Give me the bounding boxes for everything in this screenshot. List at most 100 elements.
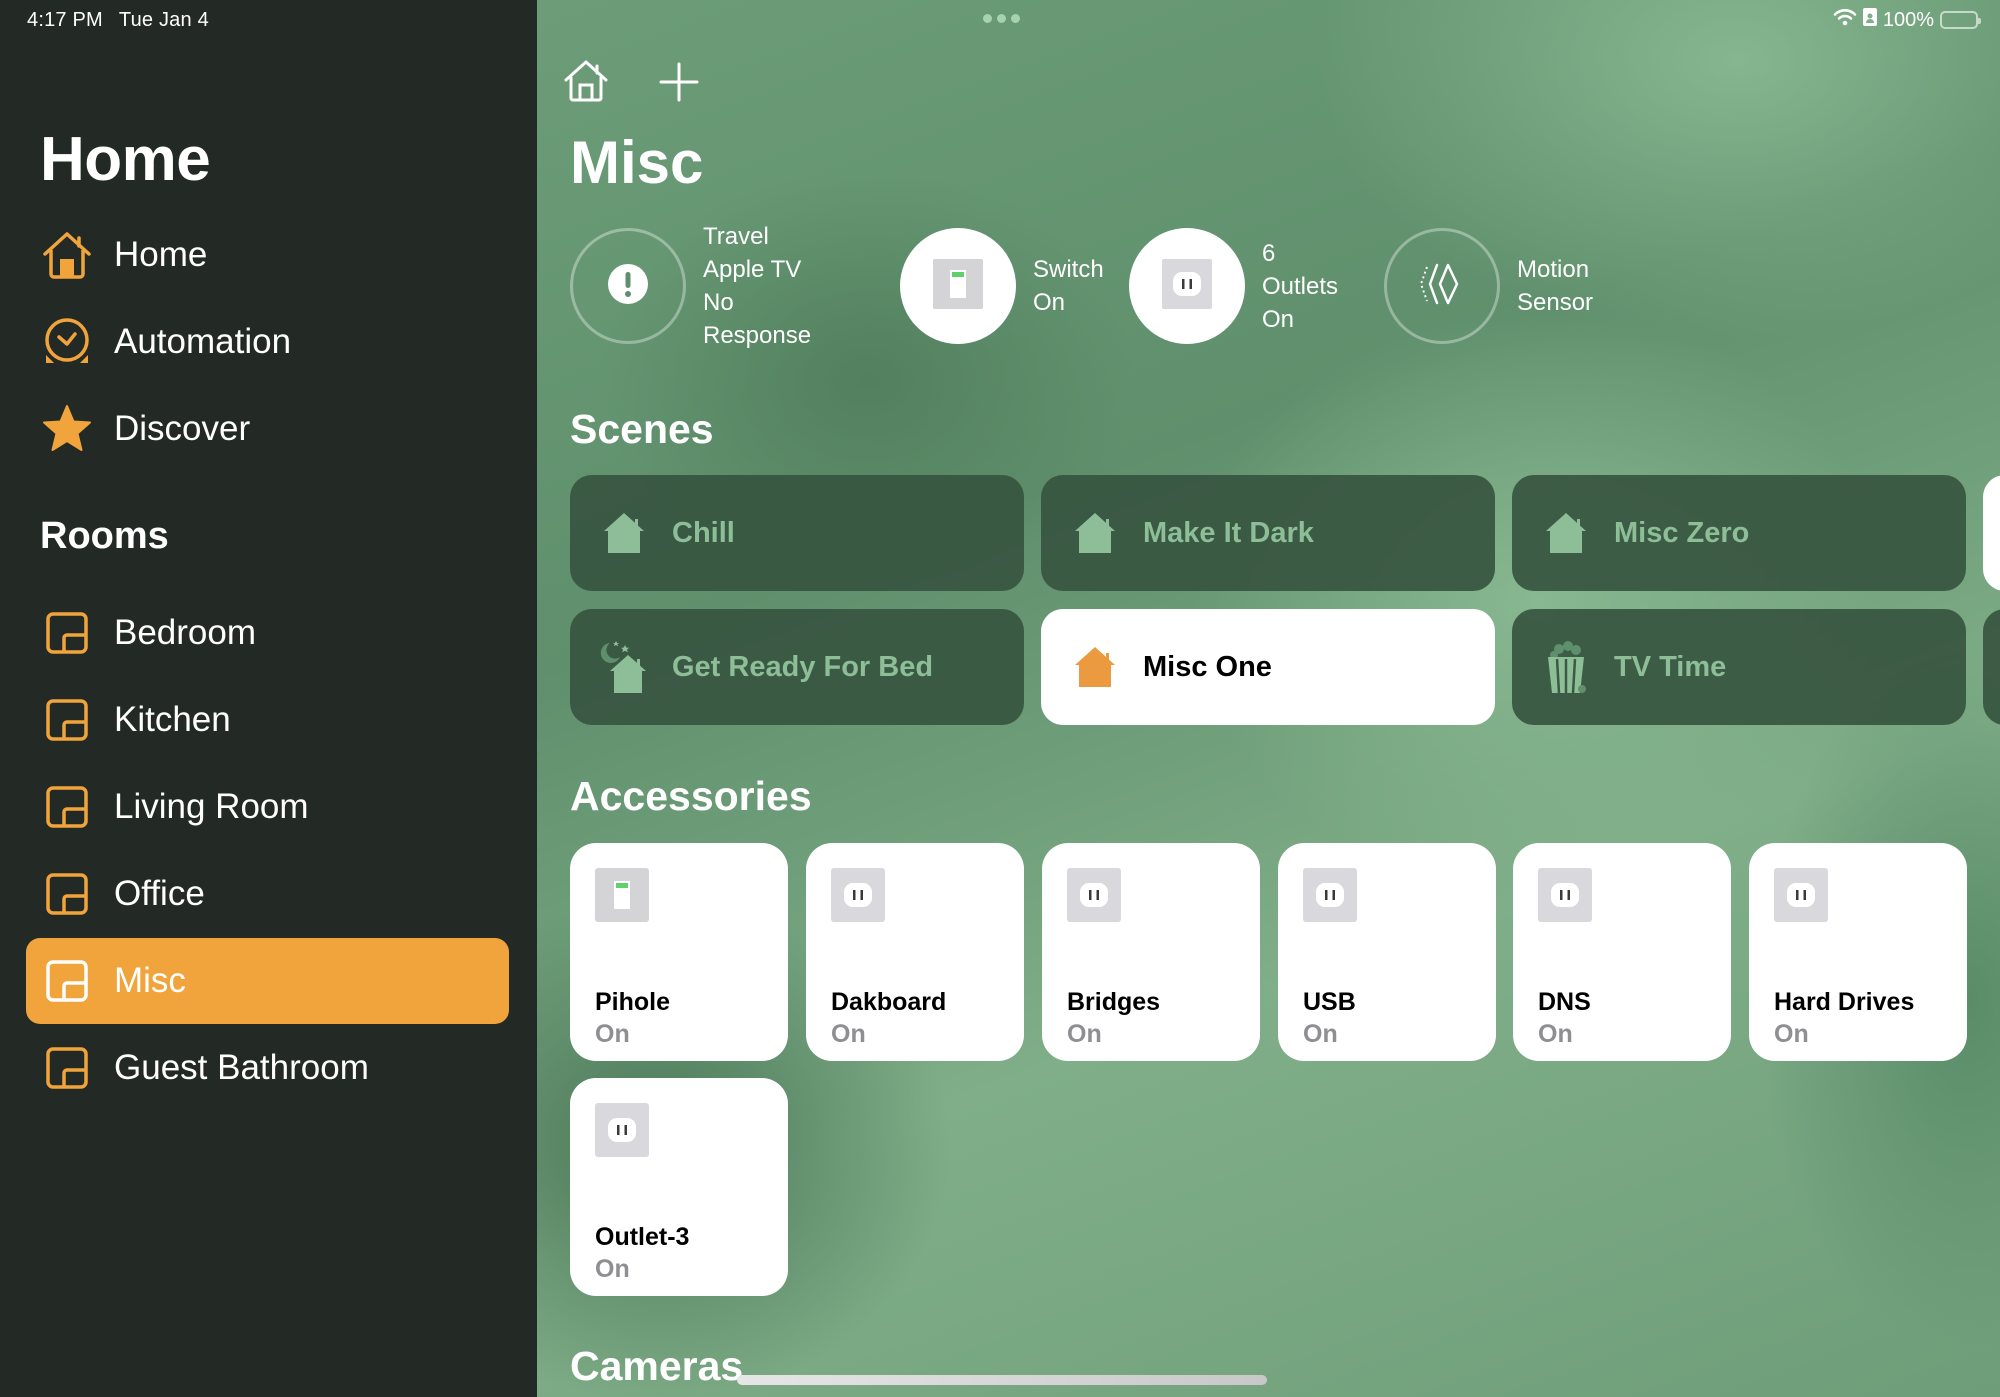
outlet-icon bbox=[1303, 868, 1357, 922]
status-6-outlets[interactable]: 6 Outlets On bbox=[1129, 228, 1338, 344]
house-icon bbox=[1538, 505, 1594, 561]
scene-misc-one[interactable]: Misc One bbox=[1041, 609, 1495, 725]
scene-partial-offscreen[interactable] bbox=[1983, 609, 2000, 725]
page-title: Misc bbox=[570, 129, 704, 196]
status-name: Switch bbox=[1033, 256, 1104, 283]
accessory-name: Dakboard bbox=[831, 988, 947, 1016]
scene-tv-time[interactable]: TV Time bbox=[1512, 609, 1966, 725]
wifi-icon bbox=[1833, 8, 1857, 32]
accessory-tile-dns[interactable]: DNS On bbox=[1513, 843, 1731, 1061]
scene-label: TV Time bbox=[1614, 650, 1727, 683]
status-name: Travel Apple TV bbox=[703, 223, 802, 283]
status-travel-apple-tv[interactable]: Travel Apple TV No Response bbox=[570, 223, 811, 349]
accessory-name: DNS bbox=[1538, 988, 1591, 1016]
status-bar-left: 4:17 PM Tue Jan 4 bbox=[27, 9, 209, 32]
status-name: Motion bbox=[1517, 256, 1590, 283]
room-icon bbox=[40, 954, 94, 1008]
scene-partial-offscreen[interactable] bbox=[1983, 475, 2000, 591]
room-icon bbox=[40, 693, 94, 747]
accessory-state: On bbox=[1538, 1020, 1573, 1048]
house-icon bbox=[40, 228, 94, 282]
sidebar-item-guest-bathroom[interactable]: Guest Bathroom bbox=[26, 1025, 509, 1111]
room-icon bbox=[40, 606, 94, 660]
sidebar-item-label: Home bbox=[114, 235, 208, 274]
accessory-state: On bbox=[1774, 1020, 1809, 1048]
outlet-icon bbox=[1067, 868, 1121, 922]
main-content: 100% Misc Travel Apple TV No Response Swi… bbox=[537, 0, 2000, 1397]
scene-get-ready-for-bed[interactable]: Get Ready For Bed bbox=[570, 609, 1024, 725]
scene-label: Misc One bbox=[1143, 650, 1272, 683]
motion-sensor-icon bbox=[1419, 261, 1465, 312]
room-icon bbox=[40, 867, 94, 921]
status-switch[interactable]: Switch On bbox=[900, 228, 1104, 344]
outlet-icon bbox=[1538, 868, 1592, 922]
status-name: 6 Outlets bbox=[1262, 239, 1339, 300]
status-state: On bbox=[1033, 289, 1066, 316]
status-bar-right: 100% bbox=[1833, 8, 1981, 32]
sidebar-item-label: Discover bbox=[114, 409, 251, 448]
status-state: On bbox=[1262, 305, 1295, 333]
scene-label: Misc Zero bbox=[1614, 516, 1750, 549]
accessory-state: On bbox=[1067, 1020, 1102, 1048]
star-icon bbox=[40, 402, 94, 456]
accessory-state: On bbox=[1303, 1020, 1338, 1048]
house-icon bbox=[1067, 639, 1123, 695]
accessory-state: On bbox=[595, 1255, 630, 1283]
status-state: No Response bbox=[703, 289, 812, 349]
sidebar-item-living-room[interactable]: Living Room bbox=[26, 764, 509, 850]
sidebar-item-discover[interactable]: Discover bbox=[26, 386, 509, 472]
battery-icon bbox=[1940, 11, 1981, 29]
sidebar-item-automation[interactable]: Automation bbox=[26, 299, 509, 385]
accessory-name: Pihole bbox=[595, 988, 671, 1016]
plus-icon bbox=[655, 62, 703, 110]
alert-icon bbox=[607, 263, 649, 310]
sidebar-item-label: Living Room bbox=[114, 787, 309, 826]
room-icon bbox=[40, 1041, 94, 1095]
home-indicator[interactable] bbox=[737, 1375, 1267, 1385]
sidebar-item-label: Misc bbox=[114, 961, 186, 1000]
sidebar-item-label: Bedroom bbox=[114, 613, 257, 652]
accessory-tile-bridges[interactable]: Bridges On bbox=[1042, 843, 1260, 1061]
room-icon bbox=[40, 780, 94, 834]
status-date: Tue Jan 4 bbox=[118, 9, 209, 31]
outlet-icon bbox=[831, 868, 885, 922]
accessory-name: Outlet-3 bbox=[595, 1223, 690, 1251]
sidebar-item-label: Automation bbox=[114, 322, 292, 361]
scenes-heading: Scenes bbox=[570, 406, 714, 452]
accessory-tile-usb[interactable]: USB On bbox=[1278, 843, 1496, 1061]
house-outline-icon bbox=[562, 60, 610, 110]
switch-icon bbox=[595, 868, 649, 922]
scene-misc-zero[interactable]: Misc Zero bbox=[1512, 475, 1966, 591]
status-state: Sensor bbox=[1517, 289, 1594, 316]
scene-label: Chill bbox=[672, 516, 735, 549]
accessory-tile-hard-drives[interactable]: Hard Drives On bbox=[1749, 843, 1967, 1061]
status-time: 4:17 PM bbox=[27, 9, 103, 31]
sidebar-item-misc[interactable]: Misc bbox=[26, 938, 509, 1024]
scene-make-it-dark[interactable]: Make It Dark bbox=[1041, 475, 1495, 591]
accessory-state: On bbox=[595, 1020, 630, 1048]
accessory-name: Bridges bbox=[1067, 988, 1161, 1016]
accessory-state: On bbox=[831, 1020, 866, 1048]
sidebar-item-bedroom[interactable]: Bedroom bbox=[26, 590, 509, 676]
switch-icon bbox=[933, 258, 983, 314]
home-button[interactable] bbox=[562, 58, 610, 106]
accessory-name: USB bbox=[1303, 988, 1356, 1016]
accessory-tile-dakboard[interactable]: Dakboard On bbox=[806, 843, 1024, 1061]
house-icon bbox=[1067, 505, 1123, 561]
sidebar-item-label: Kitchen bbox=[114, 700, 231, 739]
cameras-heading: Cameras bbox=[570, 1343, 744, 1389]
scene-chill[interactable]: Chill bbox=[570, 475, 1024, 591]
add-button[interactable] bbox=[655, 58, 703, 106]
multitasking-dots[interactable] bbox=[983, 14, 1020, 23]
outlet-icon bbox=[1162, 258, 1212, 314]
scene-label: Get Ready For Bed bbox=[672, 650, 934, 683]
sidebar-item-kitchen[interactable]: Kitchen bbox=[26, 677, 509, 763]
sidebar-item-home[interactable]: Home bbox=[26, 212, 509, 298]
accessory-tile-pihole[interactable]: Pihole On bbox=[570, 843, 788, 1061]
sidebar-item-office[interactable]: Office bbox=[26, 851, 509, 937]
house-icon bbox=[596, 505, 652, 561]
status-motion-sensor[interactable]: Motion Sensor bbox=[1384, 228, 1593, 344]
accessory-tile-outlet-3[interactable]: Outlet-3 On bbox=[570, 1078, 788, 1296]
sidebar-item-label: Guest Bathroom bbox=[114, 1048, 369, 1087]
accessories-heading: Accessories bbox=[570, 773, 812, 819]
